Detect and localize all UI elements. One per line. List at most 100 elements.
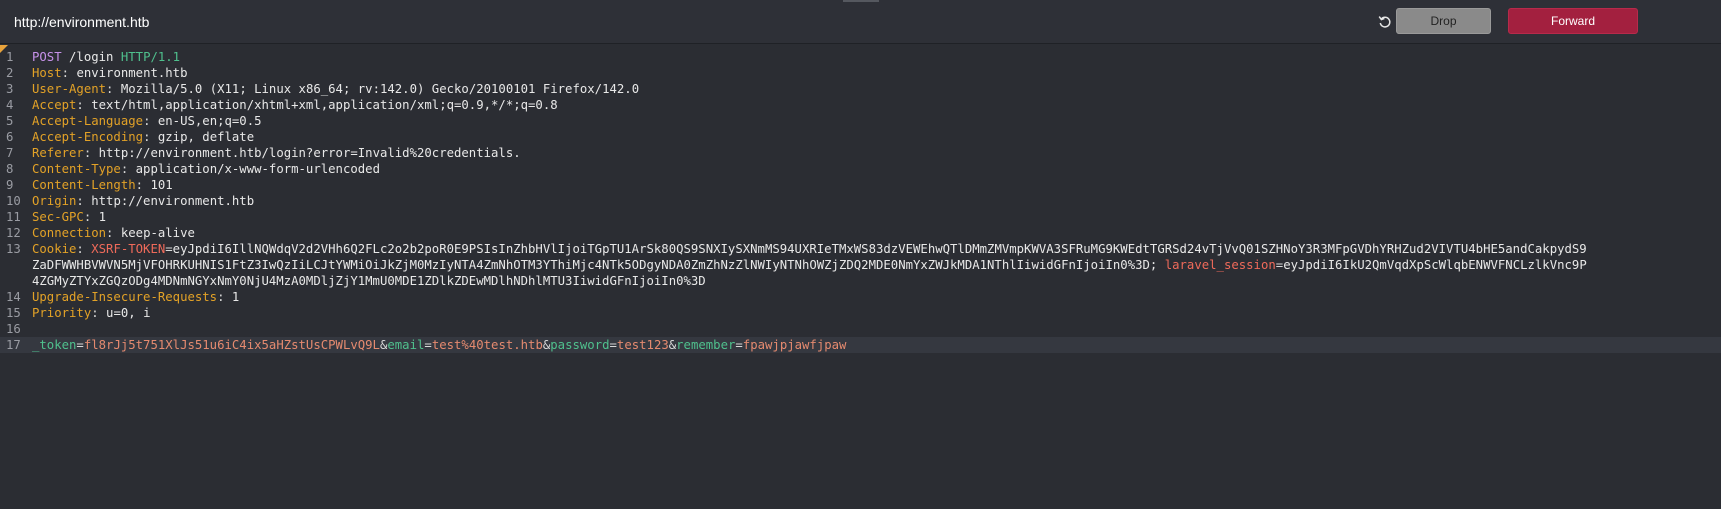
editor-line[interactable]: 16 [0, 321, 1721, 337]
editor-line[interactable]: 14 Upgrade-Insecure-Requests: 1 [0, 289, 1721, 305]
header-name: Content-Type [32, 162, 121, 176]
line-number: 14 [6, 290, 21, 304]
header-separator: : [143, 130, 158, 144]
editor-line[interactable]: 9 Content-Length: 101 [0, 177, 1721, 193]
header-name: Upgrade-Insecure-Requests [32, 290, 218, 304]
line-content: POST /login HTTP/1.1 [26, 49, 180, 65]
header-name: Host [32, 66, 62, 80]
param-value: test123 [616, 338, 669, 352]
line-content: Cookie: XSRF-TOKEN=eyJpdiI6IllNQWdqV2d2V… [26, 241, 1587, 257]
header-separator: : [76, 98, 92, 112]
editor-line[interactable]: 4 Accept: text/html,application/xhtml+xml… [0, 97, 1721, 113]
header-value: en-US,en;q=0.5 [157, 114, 262, 128]
header-value: keep-alive [120, 226, 195, 240]
param-name: password [550, 338, 610, 352]
line-content: Host: environment.htb [26, 65, 188, 81]
request-toolbar: http://environment.htb Drop Forward [0, 0, 1721, 44]
line-number: 17 [6, 338, 21, 352]
request-editor[interactable]: 1 POST /login HTTP/1.1 2 Host: environment.… [0, 45, 1721, 509]
request-lines: 1 POST /login HTTP/1.1 2 Host: environment.… [0, 49, 1721, 353]
header-value: 101 [150, 178, 173, 192]
line-content: Origin: http://environment.htb [26, 193, 254, 209]
editor-line[interactable]: 17 _token=fl8rJj5t751XlJs51u6iC4ix5aHZstU… [0, 337, 1721, 353]
header-name: Cookie [32, 242, 77, 256]
param-name: _token [32, 338, 77, 352]
line-number: 1 [6, 50, 14, 64]
line-content: Connection: keep-alive [26, 225, 195, 241]
editor-line[interactable]: 3 User-Agent: Mozilla/5.0 (X11; Linux x86… [0, 81, 1721, 97]
param-name: remember [676, 338, 736, 352]
header-separator: : [83, 146, 99, 160]
param-equals: = [735, 338, 743, 352]
line-content: Priority: u=0, i [26, 305, 150, 321]
editor-line[interactable]: 5 Accept-Language: en-US,en;q=0.5 [0, 113, 1721, 129]
editor-line[interactable]: ZaDFWWHBVWVN5MjVFOHRKUHNIS1FtZ3IwQzIiLCJ… [0, 257, 1721, 273]
header-name: User-Agent [32, 82, 107, 96]
cookie-name-xsrf: XSRF-TOKEN [83, 242, 166, 256]
reset-icon[interactable] [1376, 13, 1394, 31]
param-value: fl8rJj5t751XlJs51u6iC4ix5aHZstUsCPWLvQ9L [83, 338, 380, 352]
header-separator: : [106, 82, 121, 96]
header-separator: : [135, 178, 151, 192]
header-separator: : [83, 210, 99, 224]
line-content: Content-Length: 101 [26, 177, 173, 193]
header-value: http://environment.htb [91, 194, 255, 208]
header-separator: : [120, 162, 136, 176]
line-number: 6 [6, 130, 14, 144]
header-separator: : [76, 194, 92, 208]
header-separator: : [217, 290, 232, 304]
line-content: _token=fl8rJj5t751XlJs51u6iC4ix5aHZstUsC… [26, 337, 846, 353]
cookie-value-session: 4ZGMyZTYxZGQzODg4MDNmNGYxNmY0NjU4MzA0MDl… [32, 274, 706, 288]
line-number: 4 [6, 98, 14, 112]
editor-line[interactable]: 13 Cookie: XSRF-TOKEN=eyJpdiI6IllNQWdqV2d… [0, 241, 1721, 257]
line-number: 5 [6, 114, 14, 128]
editor-line[interactable]: 1 POST /login HTTP/1.1 [0, 49, 1721, 65]
header-name: Accept [32, 98, 77, 112]
line-number: 3 [6, 82, 14, 96]
header-value: environment.htb [76, 66, 188, 80]
line-content: Content-Type: application/x-www-form-url… [26, 161, 380, 177]
editor-line[interactable]: 8 Content-Type: application/x-www-form-ur… [0, 161, 1721, 177]
cookie-equals: = [165, 242, 173, 256]
editor-line[interactable]: 6 Accept-Encoding: gzip, deflate [0, 129, 1721, 145]
editor-line[interactable]: 15 Priority: u=0, i [0, 305, 1721, 321]
line-content: Upgrade-Insecure-Requests: 1 [26, 289, 239, 305]
line-content: Sec-GPC: 1 [26, 209, 106, 225]
editor-line[interactable]: 2 Host: environment.htb [0, 65, 1721, 81]
editor-line[interactable]: 12 Connection: keep-alive [0, 225, 1721, 241]
line-number: 13 [6, 242, 21, 256]
forward-button[interactable]: Forward [1508, 8, 1638, 34]
http-method: POST [32, 50, 62, 64]
header-value: http://environment.htb/login?error=Inval… [98, 146, 521, 160]
line-number: 2 [6, 66, 14, 80]
editor-line[interactable]: 11 Sec-GPC: 1 [0, 209, 1721, 225]
request-path: /login [61, 50, 121, 64]
editor-line[interactable]: 7 Referer: http://environment.htb/login?e… [0, 145, 1721, 161]
param-equals: = [424, 338, 432, 352]
cookie-value-xsrf: ZaDFWWHBVWVN5MjVFOHRKUHNIS1FtZ3IwQzIiLCJ… [32, 258, 1165, 272]
header-separator: : [91, 306, 107, 320]
line-number: 15 [6, 306, 21, 320]
editor-line[interactable]: 4ZGMyZTYxZGQzODg4MDNmNGYxNmY0NjU4MzA0MDl… [0, 273, 1721, 289]
param-equals: = [76, 338, 84, 352]
line-number: 9 [6, 178, 14, 192]
header-name: Priority [32, 306, 92, 320]
http-protocol: HTTP/1.1 [120, 50, 181, 64]
header-separator: : [61, 66, 77, 80]
header-separator: : [143, 114, 158, 128]
line-content [26, 321, 32, 337]
line-number: 11 [6, 210, 21, 224]
line-content: Accept-Language: en-US,en;q=0.5 [26, 113, 262, 129]
editor-line[interactable]: 10 Origin: http://environment.htb [0, 193, 1721, 209]
line-content: Referer: http://environment.htb/login?er… [26, 145, 521, 161]
header-name: Sec-GPC [32, 210, 84, 224]
line-content: Accept-Encoding: gzip, deflate [26, 129, 254, 145]
drop-button[interactable]: Drop [1396, 8, 1491, 34]
header-name: Accept-Language [32, 114, 144, 128]
line-number [0, 273, 26, 289]
param-equals: = [609, 338, 617, 352]
header-value: 1 [98, 210, 107, 224]
drag-handle[interactable] [843, 0, 879, 2]
cookie-value-xsrf: eyJpdiI6IllNQWdqV2d2VHh6Q2FLc2o2b2poR0E9… [172, 242, 1587, 256]
header-name: Connection [32, 226, 107, 240]
